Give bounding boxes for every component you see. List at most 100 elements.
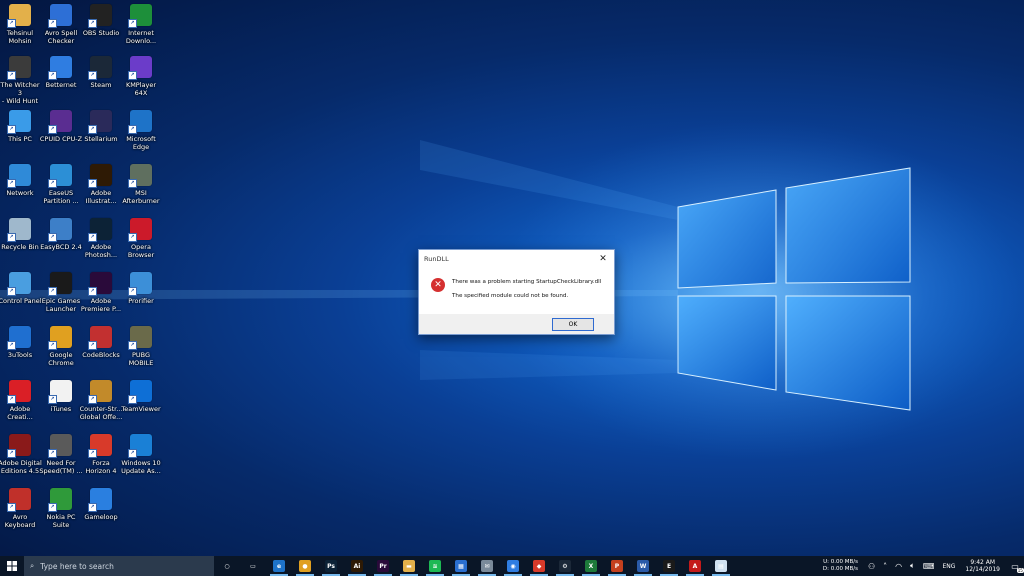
people-icon[interactable]: ⚇ [864,562,879,571]
keyboard-icon[interactable]: ⌨ [919,562,939,571]
desktop-icon[interactable]: ↗ Stellarium [81,110,121,166]
close-icon[interactable]: ✕ [592,250,614,268]
taskbar-item[interactable]: ⚙ [552,556,578,576]
desktop-icon[interactable]: ↗ 3uTools [0,326,40,382]
desktop-icon[interactable]: ↗ Network [0,164,40,220]
shortcut-arrow-icon: ↗ [48,395,57,404]
desktop-icon[interactable]: ↗ Avro Spell Checker [41,4,81,60]
desktop-icon[interactable]: ↗ Betternet [41,56,81,112]
desktop-icon[interactable]: ↗ KMPlayer 64X [121,56,161,112]
desktop-icon[interactable]: ↗ Gameloop [81,488,121,544]
desktop-icon[interactable]: ↗ CPUID CPU-Z [40,110,82,166]
desktop-icon[interactable]: ↗ MSI Afterburner [121,164,161,220]
desktop-icon[interactable]: ↗ iTunes [41,380,81,436]
taskbar-item[interactable]: Pr [370,556,396,576]
chevron-up-icon[interactable]: ˄ [879,562,891,571]
shortcut-arrow-icon: ↗ [7,19,16,28]
taskbar-item[interactable]: ◆ [526,556,552,576]
shortcut-arrow-icon: ↗ [88,341,97,350]
shortcut-arrow-icon: ↗ [88,179,97,188]
taskbar-item[interactable]: ◉ [500,556,526,576]
desktop-icon[interactable]: ↗ Avro Keyboard [0,488,40,544]
desktop-icon[interactable]: ↗ Need For Speed(TM) ... [39,434,83,490]
taskbar-item[interactable]: ▬ [396,556,422,576]
notification-center-button[interactable]: ▭ 15 [1006,556,1024,576]
desktop-icon[interactable]: ↗ Forza Horizon 4 [81,434,121,490]
premiere-icon: ↗ [88,272,112,296]
desktop-icon[interactable]: ↗ Tehsinul Mohsin [0,4,40,60]
notepad-icon: ▤ [715,560,727,572]
desktop-icon[interactable]: ↗ Recycle Bin [0,218,40,274]
desktop-icon[interactable]: ↗ CodeBlocks [81,326,121,382]
shortcut-arrow-icon: ↗ [48,287,57,296]
desktop-icon[interactable]: ↗ Google Chrome [41,326,81,382]
shortcut-arrow-icon: ↗ [7,71,16,80]
desktop-icon[interactable]: ↗ Steam [81,56,121,112]
steam-icon: ↗ [88,56,112,80]
shortcut-arrow-icon: ↗ [88,71,97,80]
shortcut-arrow-icon: ↗ [128,125,137,134]
taskbar-item[interactable]: X [578,556,604,576]
desktop-icon[interactable]: ↗ Adobe Illustrat... [81,164,121,220]
desktop-icon[interactable]: ↗ Opera Browser [121,218,161,274]
desktop-icon[interactable]: ↗ Microsoft Edge [121,110,161,166]
language-indicator[interactable]: ENG [938,563,959,570]
taskbar-item[interactable]: ✉ [474,556,500,576]
taskbar-item[interactable]: ▭ [240,556,266,576]
net-down-label: D: [822,566,829,572]
desktop-icon-label: Betternet [45,81,77,89]
desktop-icon[interactable]: ↗ OBS Studio [81,4,121,60]
desktop-icon[interactable]: ↗ Adobe Creati... [0,380,40,436]
desktop-icon[interactable]: ↗ Counter-Str... Global Offe... [80,380,122,436]
dialog-titlebar[interactable]: RunDLL ✕ [419,250,614,268]
taskbar-item[interactable]: e [266,556,292,576]
kmplayer-icon: ↗ [128,56,152,80]
taskbar-item[interactable]: ▦ [448,556,474,576]
desktop-icon-label: Adobe Illustrat... [85,189,117,205]
volume-icon[interactable]: 🔈︎ [906,561,919,571]
shortcut-arrow-icon: ↗ [7,233,16,242]
taskbar-item[interactable]: P [604,556,630,576]
taskbar-item[interactable]: E [656,556,682,576]
desktop-icon[interactable]: ↗ Adobe Premiere P... [81,272,121,328]
ok-button[interactable]: OK [552,317,594,331]
shortcut-arrow-icon: ↗ [88,125,97,134]
desktop-icon[interactable]: ↗ Epic Games Launcher [41,272,81,328]
desktop-icon[interactable]: ↗ Nokia PC Suite [41,488,81,544]
desktop-icon[interactable]: ↗ Control Panel [0,272,42,328]
desktop-icon[interactable]: ↗ EasyBCD 2.4 [40,218,82,274]
edge-icon: ↗ [128,110,152,134]
desktop-icon[interactable]: ↗ Adobe Digital Editions 4.5 [0,434,42,490]
taskbar-item[interactable]: W [630,556,656,576]
net-down-value: 0.00 MB/s [830,566,858,572]
taskbar-item[interactable]: Ai [344,556,370,576]
start-button[interactable] [0,556,24,576]
desktop-icon[interactable]: ↗ This PC [0,110,40,166]
shortcut-arrow-icon: ↗ [88,449,97,458]
desktop-icon[interactable]: ↗ EaseUS Partition ... [41,164,81,220]
powerpoint-icon: P [611,560,623,572]
desktop-icon[interactable]: ↗ Internet Downlo... [121,4,161,60]
search-box[interactable]: ⌕ Type here to search [24,556,214,576]
taskbar-item[interactable]: ● [292,556,318,576]
desktop-icon[interactable]: ↗ Windows 10 Update As... [121,434,161,490]
shortcut-arrow-icon: ↗ [48,125,57,134]
desktop-icon[interactable]: ↗ The Witcher 3 - Wild Hunt [0,56,40,112]
wifi-icon[interactable]: ◠ [891,562,906,571]
taskbar-item[interactable]: ≋ [422,556,448,576]
taskbar-item[interactable]: ▤ [708,556,734,576]
taskbar-item[interactable]: ○ [214,556,240,576]
desktop-icon[interactable]: ↗ TeamViewer [121,380,161,436]
shortcut-arrow-icon: ↗ [128,395,137,404]
clock[interactable]: 9:42 AM 12/14/2019 [959,559,1006,574]
desktop-icon[interactable]: ↗ Adobe Photosh... [81,218,121,274]
desktop-icon[interactable]: ↗ Prorifier [121,272,161,328]
desktop-icon[interactable]: ↗ PUBG MOBILE [121,326,161,382]
desktop-icon-label: Adobe Creati... [7,405,33,421]
desktop-icon-label: The Witcher 3 - Wild Hunt [0,81,40,105]
illustrator-icon: Ai [351,560,363,572]
pubg-icon: ↗ [128,326,152,350]
taskbar-item[interactable]: Ps [318,556,344,576]
clock-time: 9:42 AM [970,558,996,566]
taskbar-item[interactable]: A [682,556,708,576]
